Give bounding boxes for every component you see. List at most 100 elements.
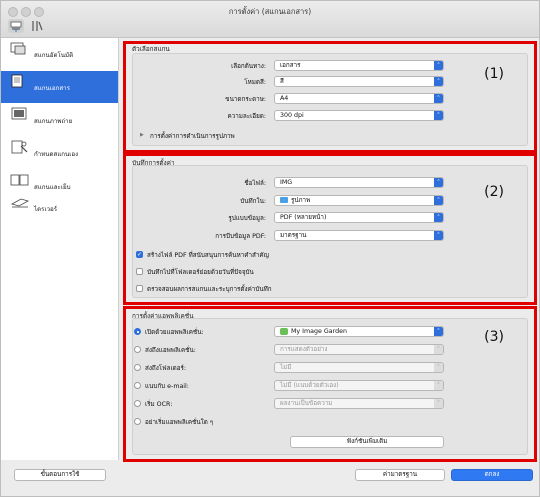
sidebar-item-auto-scan[interactable]: สแกนอัตโนมัติ [1,38,118,70]
sidebar-item-label: กำหนดสแกนเอง [34,151,79,158]
settings-window: การตั้งค่า (สแกนเอกสาร) สแกนอัตโนมัติ สแ… [0,0,540,497]
driver-icon [9,195,31,209]
check-results-checkbox[interactable] [136,285,143,292]
no-app-label: อย่าเริ่มแอพพลิเคชั่นใด ๆ [145,419,214,426]
disclosure-triangle-icon[interactable]: ▶ [140,132,144,138]
sidebar-item-custom-scan[interactable]: กำหนดสแกนเอง [1,137,118,169]
chevron-updown-icon: ⌃ [434,178,443,187]
custom-scan-icon [9,140,31,154]
no-app-radio[interactable] [134,418,141,425]
document-scan-icon [9,74,31,88]
start-ocr-value: ผลงานเป็นข้อความ [280,400,333,407]
ok-button[interactable]: ตกลง [451,469,533,481]
my-image-garden-icon [280,327,288,335]
date-subfolder-checkbox[interactable] [136,268,143,275]
chevron-updown-icon: ⌃ [434,111,443,120]
chevron-updown-icon: ⌃ [434,61,443,70]
title-bar: การตั้งค่า (สแกนเอกสาร) [1,1,539,38]
data-format-select[interactable]: PDF (หลายหน้า) ⌃ [274,212,444,223]
attach-email-label: แนบกับ e-mail: [145,383,189,390]
chevron-updown-icon: ⌃ [434,213,443,222]
send-to-folder-label: ส่งถึงโฟลเดอร์: [145,365,187,372]
sidebar-item-label: สแกนอัตโนมัติ [34,52,74,59]
defaults-button[interactable]: ค่ามาตรฐาน [355,469,445,481]
photo-scan-icon [9,107,31,121]
file-name-select[interactable]: IMG ⌃ [274,177,444,188]
date-subfolder-label: บันทึกไปที่โฟลเดอร์ย่อยด้วยวันที่ปัจจุบั… [147,269,254,276]
attach-email-select[interactable]: ไม่มี (แนบด้วยตัวเอง) ⌃ [274,380,444,391]
searchable-pdf-label: สร้างไฟล์ PDF ที่สนับสนุนการค้นหาคำสำคัญ [147,252,269,259]
chevron-updown-icon: ⌃ [434,94,443,103]
source-select[interactable]: เอกสาร ⌃ [274,60,444,71]
scan-stitch-icon [9,173,31,187]
resolution-select[interactable]: 300 dpi ⌃ [274,110,444,121]
send-to-app-select[interactable]: การแสดงตัวอย่าง ⌃ [274,344,444,355]
open-with-app-value: My Image Garden [291,328,347,335]
chevron-updown-icon: ⌃ [434,231,443,240]
file-name-value: IMG [280,179,293,186]
save-in-label: บันทึกใน: [240,198,266,205]
start-ocr-label: เริ่ม OCR: [145,401,173,408]
start-ocr-select[interactable]: ผลงานเป็นข้อความ ⌃ [274,398,444,409]
section-badge-3: (3) [484,329,504,345]
section-badge-1: (1) [484,66,504,82]
section-badge-2: (2) [484,184,504,200]
send-to-folder-value: ไม่มี [280,364,292,371]
check-results-label: ตรวจสอบผลการสแกนและระบุการตั้งค่าบันทึก [147,286,272,293]
chevron-updown-icon: ⌃ [434,196,443,205]
send-to-app-radio[interactable] [134,346,141,353]
chevron-updown-icon: ⌃ [434,399,443,408]
sidebar-item-document-scan[interactable]: สแกนเอกสาร [1,71,118,103]
chevron-updown-icon: ⌃ [434,77,443,86]
pdf-compression-label: การบีบข้อมูล PDF: [215,233,266,240]
paper-size-select[interactable]: A4 ⌃ [274,93,444,104]
chevron-updown-icon: ⌃ [434,381,443,390]
app-settings-panel: การตั้งค่าแอพพลิเคชั่น (3) เปิดด้วยแอพพล… [123,306,537,462]
scan-settings-icon[interactable] [8,19,24,33]
sidebar-item-label: ไดรเวอร์ [34,206,58,213]
sidebar-item-photo-scan[interactable]: สแกนภาพถ่าย [1,104,118,136]
paper-size-value: A4 [280,95,289,102]
send-to-app-value: การแสดงตัวอย่าง [280,346,328,353]
sidebar: สแกนอัตโนมัติ สแกนเอกสาร สแกนภาพถ่าย กำห… [1,38,119,460]
auto-scan-icon [9,41,31,55]
color-mode-value: สี [280,78,284,85]
start-ocr-radio[interactable] [134,400,141,407]
scan-options-panel: ตัวเลือกสแกน (1) เลือกต้นทาง: เอกสาร ⌃ โห… [123,41,537,153]
paper-size-label: ขนาดกระดาษ: [225,96,266,103]
general-settings-icon[interactable] [29,19,45,33]
sidebar-item-label: สแกนภาพถ่าย [34,118,73,125]
save-settings-panel: บันทึกการตั้งค่า (2) ชื่อไฟล์: IMG ⌃ บันท… [123,153,537,305]
resolution-label: ความละเอียด: [227,113,266,120]
color-mode-label: โหมดสี: [244,79,266,86]
sidebar-item-label: สแกนเอกสาร [34,85,70,92]
save-in-select[interactable]: รูปภาพ ⌃ [274,195,444,206]
attach-email-value: ไม่มี (แนบด้วยตัวเอง) [280,382,339,389]
pdf-compression-select[interactable]: มาตรฐาน ⌃ [274,230,444,241]
data-format-label: รูปแบบข้อมูล: [228,215,266,222]
open-with-app-label: เปิดด้วยแอพพลิเคชั่น: [145,329,204,336]
searchable-pdf-checkbox[interactable]: ✓ [136,251,143,258]
window-title: การตั้งค่า (สแกนเอกสาร) [228,7,312,16]
open-with-app-radio[interactable] [134,328,141,335]
send-to-folder-radio[interactable] [134,364,141,371]
attach-email-radio[interactable] [134,382,141,389]
source-label: เลือกต้นทาง: [231,63,266,70]
send-to-folder-select[interactable]: ไม่มี ⌃ [274,362,444,373]
image-processing-link[interactable]: การตั้งค่าการดำเนินการรูปภาพ [150,131,235,141]
chevron-updown-icon: ⌃ [434,327,443,336]
color-mode-select[interactable]: สี ⌃ [274,76,444,87]
sidebar-item-label: สแกนและเย็บ [34,184,71,191]
data-format-value: PDF (หลายหน้า) [280,214,327,221]
pdf-compression-value: มาตรฐาน [280,232,307,239]
sidebar-item-driver[interactable]: ไดรเวอร์ [1,192,118,224]
resolution-value: 300 dpi [280,112,304,119]
instructions-button[interactable]: ขั้นตอนการใช้ [14,469,106,481]
save-in-value: รูปภาพ [291,197,311,204]
more-functions-button[interactable]: ฟังก์ชันเพิ่มเติม [290,436,444,448]
chevron-updown-icon: ⌃ [434,363,443,372]
open-with-app-select[interactable]: My Image Garden ⌃ [274,326,444,337]
chevron-updown-icon: ⌃ [434,345,443,354]
folder-icon [280,197,288,203]
send-to-app-label: ส่งถึงแอพพลิเคชั่น: [145,347,196,354]
